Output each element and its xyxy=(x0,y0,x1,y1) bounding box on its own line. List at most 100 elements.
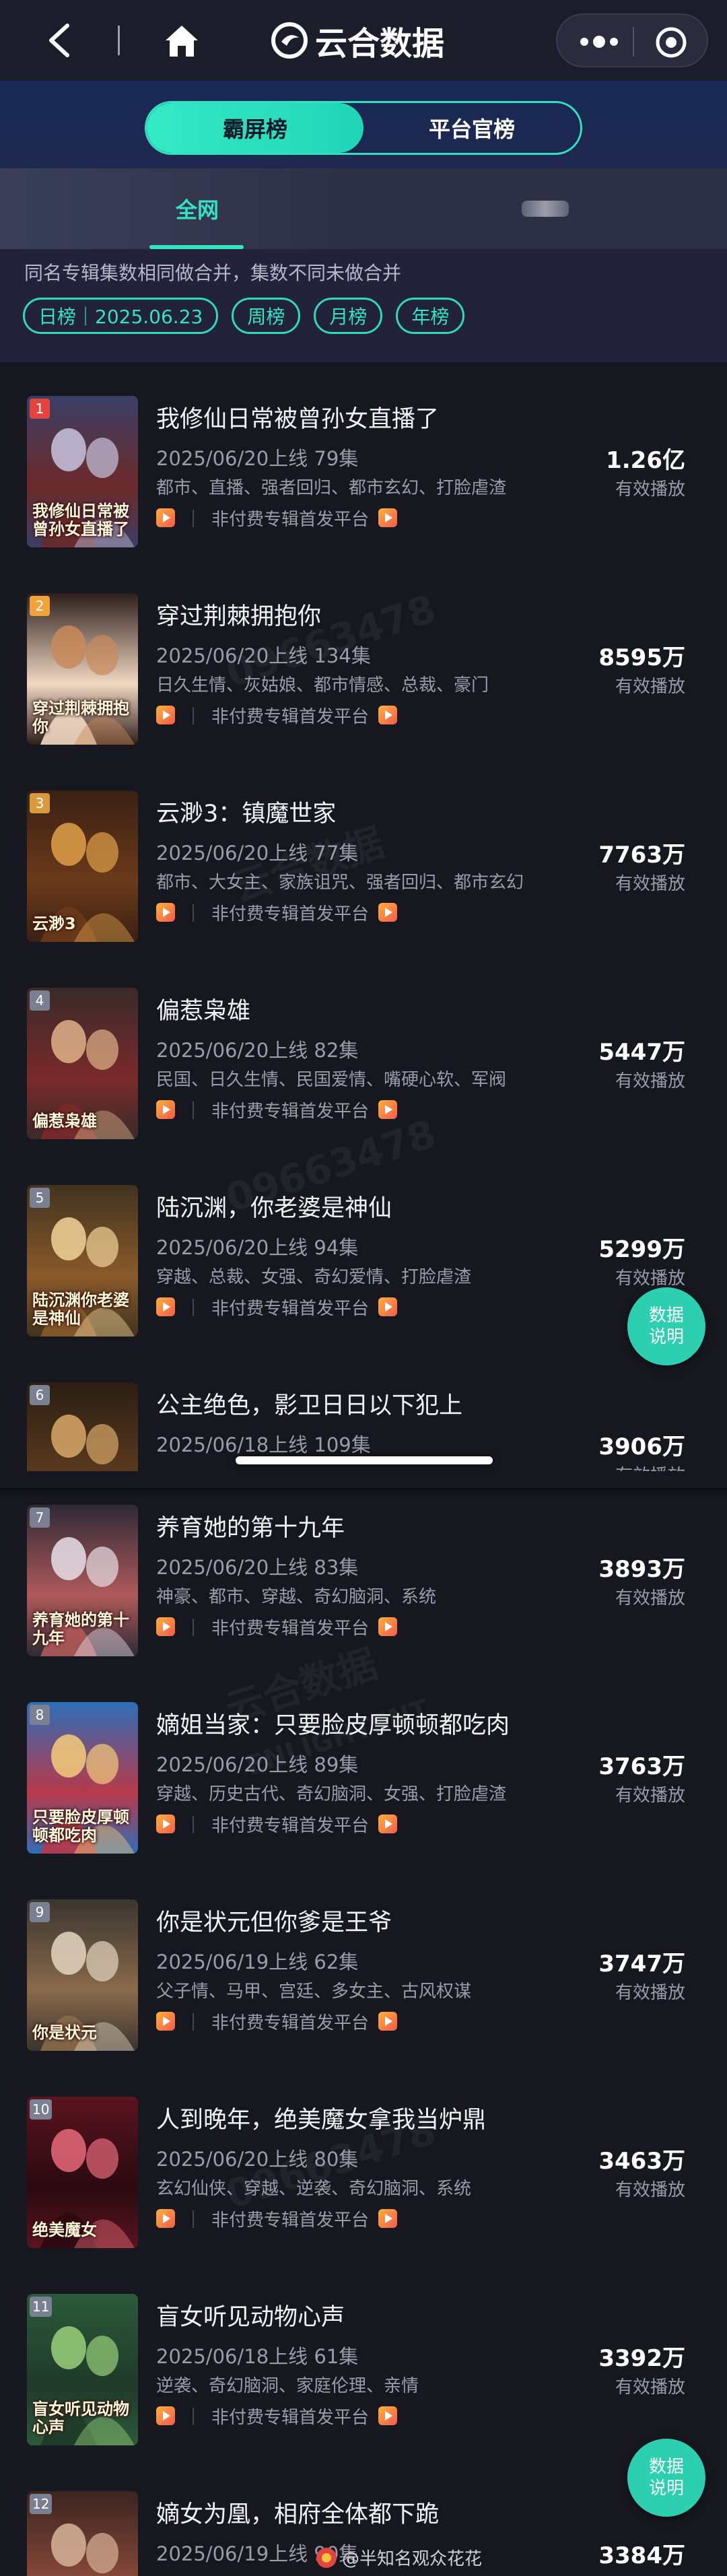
rank-badge: 5 xyxy=(30,1188,50,1208)
home-indicator[interactable] xyxy=(236,1456,493,1464)
video-platform-icon xyxy=(156,508,175,527)
weibo-credit: @半知名观众花花 xyxy=(316,2545,482,2570)
drama-title[interactable]: 人到晚年，绝美魔女拿我当炉鼎 xyxy=(156,2101,486,2135)
ranking-item[interactable]: 8 只要脸皮厚顿顿都吃肉 嫡姐当家：只要脸皮厚顿顿都吃肉 2025/06/20上线 8… xyxy=(0,1668,727,1866)
ranking-item[interactable]: 7 养育她的第十九年 养育她的第十九年 2025/06/20上线 83集 神豪、都市、穿… xyxy=(0,1471,727,1668)
platform-label: 非付费专辑首发平台 xyxy=(211,509,370,530)
poster-title: 只要脸皮厚顿顿都吃肉 xyxy=(32,1808,129,1845)
drama-poster[interactable]: 2 穿过荆棘拥抱你 xyxy=(27,593,138,745)
drama-poster[interactable]: 8 只要脸皮厚顿顿都吃肉 xyxy=(27,1702,138,1854)
video-platform-icon xyxy=(378,706,398,724)
tab-all-network[interactable]: 全网 xyxy=(106,168,288,249)
platform-label: 非付费专辑首发平台 xyxy=(211,2012,370,2033)
video-platform-icon xyxy=(378,903,398,922)
screenshot-seam xyxy=(0,1488,727,1497)
filter-monthly[interactable]: 月榜 xyxy=(314,298,383,334)
poster-title: 盲女听见动物心声 xyxy=(32,2400,129,2437)
ranking-item[interactable]: 1 我修仙日常被曾孙女直播了 我修仙日常被曾孙女直播了 2025/06/20上线 79… xyxy=(0,362,727,560)
drama-poster[interactable]: 11 盲女听见动物心声 xyxy=(27,2294,138,2445)
data-explanation-button[interactable]: 数据 说明 xyxy=(627,1287,705,1365)
drama-title[interactable]: 陆沉渊，你老婆是神仙 xyxy=(156,1189,392,1223)
release-info: 2025/06/20上线 89集 xyxy=(156,1753,359,1776)
capsule-divider xyxy=(633,27,634,57)
genre-tags: 玄幻仙侠、穿越、逆袭、奇幻脑洞、系统 xyxy=(156,2179,472,2199)
back-arrow-icon[interactable] xyxy=(46,23,73,58)
ranking-item[interactable]: 4 偏惹枭雄 偏惹枭雄 2025/06/20上线 82集民国、日久生情、民国爱情、嘴硬… xyxy=(0,954,727,1151)
poster-title: 穿过荆棘拥抱你 xyxy=(32,699,129,736)
video-platform-icon xyxy=(156,1617,175,1636)
drama-poster[interactable]: 5 陆沉渊你老婆是神仙 xyxy=(27,1185,138,1336)
close-target-icon[interactable] xyxy=(654,26,688,59)
tab-platform-official[interactable]: 平台官榜 xyxy=(364,103,580,153)
platform-row: ｜ 非付费专辑首发平台 xyxy=(156,901,398,924)
merge-notice: 同名专辑集数相同做合并，集数不同未做合并 xyxy=(24,262,402,284)
play-count-label: 有效播放 xyxy=(615,874,685,894)
release-info: 2025/06/20上线 134集 xyxy=(156,644,371,667)
drama-title[interactable]: 嫡女为凰，相府全体都下跪 xyxy=(156,2495,439,2530)
rank-badge: 9 xyxy=(30,1902,50,1922)
platform-row: ｜ 非付费专辑首发平台 xyxy=(156,704,398,727)
ranking-item[interactable]: 5 陆沉渊你老婆是神仙 陆沉渊，你老婆是神仙 2025/06/20上线 94集 穿越、总… xyxy=(0,1151,727,1349)
drama-title[interactable]: 偏惹枭雄 xyxy=(156,992,250,1026)
filter-yearly[interactable]: 年榜 xyxy=(396,298,465,334)
ranking-type-switch: 霸屏榜 平台官榜 xyxy=(145,101,582,155)
drama-poster[interactable]: 3 云渺3 xyxy=(27,790,138,942)
platform-label: 非付费专辑首发平台 xyxy=(211,1815,370,1836)
drama-title[interactable]: 公主绝色，影卫日日以下犯上 xyxy=(156,1386,462,1421)
play-count-label: 有效播放 xyxy=(615,2377,685,2398)
drama-title[interactable]: 你是状元但你爹是王爷 xyxy=(156,1903,392,1938)
poster-title: 绝美魔女 xyxy=(32,2220,97,2239)
rank-badge: 3 xyxy=(30,793,50,813)
drama-poster[interactable]: 6 xyxy=(27,1382,138,1471)
drama-poster[interactable]: 1 我修仙日常被曾孙女直播了 xyxy=(27,396,138,547)
drama-title[interactable]: 穿过荆棘拥抱你 xyxy=(156,597,321,632)
video-platform-icon xyxy=(378,1297,398,1316)
drama-poster[interactable]: 7 养育她的第十九年 xyxy=(27,1505,138,1656)
home-icon[interactable] xyxy=(162,20,202,61)
release-info: 2025/06/19上线 62集 xyxy=(156,1951,359,1973)
rank-badge: 8 xyxy=(30,1705,50,1725)
platform-row: ｜ 非付费专辑首发平台 xyxy=(156,506,398,530)
ranking-item[interactable]: 2 穿过荆棘拥抱你 穿过荆棘拥抱你 2025/06/20上线 134集 日久生情、灰姑娘… xyxy=(0,560,727,757)
fab-label-line2: 说明 xyxy=(648,2478,684,2499)
video-platform-icon xyxy=(378,1617,398,1636)
video-platform-icon xyxy=(156,1297,175,1316)
drama-poster[interactable]: 10 绝美魔女 xyxy=(27,2097,138,2248)
drama-poster[interactable]: 4 偏惹枭雄 xyxy=(27,988,138,1139)
play-count-label: 有效播放 xyxy=(615,1462,685,1471)
tab-screen-dominance[interactable]: 霸屏榜 xyxy=(147,103,364,153)
blurred-tab[interactable] xyxy=(522,201,569,217)
filter-daily[interactable]: 日榜｜2025.06.23 xyxy=(23,298,219,334)
play-count-label: 有效播放 xyxy=(615,2180,685,2200)
ranking-item[interactable]: 11 盲女听见动物心声 盲女听见动物心声 2025/06/18上线 61集 逆袭、奇幻脑… xyxy=(0,2260,727,2458)
platform-label: 非付费专辑首发平台 xyxy=(211,904,370,924)
drama-title[interactable]: 我修仙日常被曾孙女直播了 xyxy=(156,400,439,434)
drama-poster[interactable]: 12 xyxy=(27,2491,138,2576)
play-count-label: 有效播放 xyxy=(615,1983,685,2003)
rank-badge: 2 xyxy=(30,596,50,616)
drama-poster[interactable]: 9 你是状元 xyxy=(27,1899,138,2051)
drama-title[interactable]: 养育她的第十九年 xyxy=(156,1509,345,1543)
poster-title: 你是状元 xyxy=(32,2023,97,2042)
platform-divider: ｜ xyxy=(184,1815,203,1836)
genre-tags: 穿越、历史古代、奇幻脑洞、女强、打脸虐渣 xyxy=(156,1784,507,1804)
credit-text: @半知名观众花花 xyxy=(342,2549,483,2569)
release-info: 2025/06/20上线 82集 xyxy=(156,1039,359,1062)
ranking-item[interactable]: 9 你是状元 你是状元但你爹是王爷 2025/06/19上线 62集 父子情、马甲、宫廷… xyxy=(0,1866,727,2063)
ranking-item[interactable]: 6公主绝色，影卫日日以下犯上2025/06/18上线 109集｜非付费专辑首发平… xyxy=(0,1349,727,1471)
platform-divider: ｜ xyxy=(184,904,203,924)
data-explanation-button[interactable]: 数据 说明 xyxy=(627,2439,705,2517)
filter-weekly[interactable]: 周榜 xyxy=(232,298,301,334)
drama-title[interactable]: 嫡姐当家：只要脸皮厚顿顿都吃肉 xyxy=(156,1706,510,1740)
video-platform-icon xyxy=(156,1100,175,1119)
genre-tags: 民国、日久生情、民国爱情、嘴硬心软、军阀 xyxy=(156,1070,507,1090)
ranking-item[interactable]: 3 云渺3 云渺3：镇魔世家 2025/06/20上线 77集 都市、大女主、家族诅咒、… xyxy=(0,757,727,954)
video-platform-icon xyxy=(156,706,175,724)
release-info: 2025/06/20上线 77集 xyxy=(156,842,359,865)
drama-title[interactable]: 云渺3：镇魔世家 xyxy=(156,794,336,829)
ranking-item[interactable]: 10 绝美魔女 人到晚年，绝美魔女拿我当炉鼎 2025/06/20上线 80集 玄幻仙侠… xyxy=(0,2063,727,2260)
drama-title[interactable]: 盲女听见动物心声 xyxy=(156,2298,345,2332)
more-icon[interactable] xyxy=(578,31,621,53)
fab-label-line1: 数据 xyxy=(648,1305,684,1326)
video-platform-icon xyxy=(378,1100,398,1119)
